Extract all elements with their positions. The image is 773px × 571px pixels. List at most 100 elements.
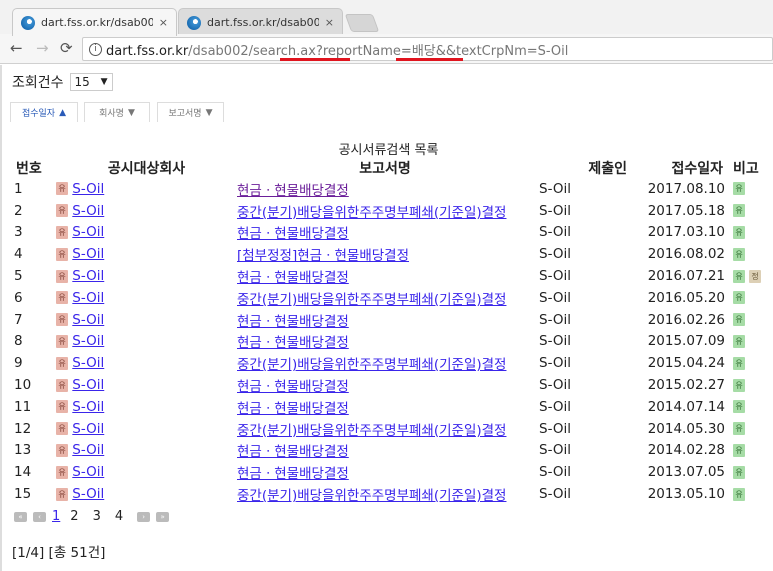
- next-page-icon[interactable]: ›: [137, 511, 151, 522]
- company-link[interactable]: S-Oil: [72, 181, 104, 197]
- receipt-date: 2014.02.28: [647, 442, 725, 459]
- company-link[interactable]: S-Oil: [72, 203, 104, 219]
- company-link[interactable]: S-Oil: [72, 224, 104, 240]
- company-link[interactable]: S-Oil: [72, 377, 104, 393]
- reload-icon[interactable]: ⟳: [60, 39, 73, 57]
- securities-badge: 유: [733, 182, 745, 196]
- securities-badge: 유: [733, 465, 745, 479]
- back-arrow-icon[interactable]: ←: [10, 39, 23, 57]
- report-link[interactable]: 중간(분기)배당을위한주주명부폐쇄(기준일)결정: [237, 357, 506, 373]
- table-header: 번호 공시대상회사 보고서명 제출인 접수일자 비고: [10, 157, 773, 178]
- market-badge: 유: [56, 204, 68, 218]
- receipt-date: 2013.07.05: [647, 464, 725, 481]
- company-link[interactable]: S-Oil: [72, 333, 104, 349]
- report-link[interactable]: 중간(분기)배당을위한주주명부폐쇄(기준일)결정: [237, 488, 506, 504]
- table-row: 14 유 S-Oil 현금ㆍ현물배당결정 S-Oil 2013.07.05 유: [10, 461, 773, 483]
- company-link[interactable]: S-Oil: [72, 312, 104, 328]
- row-number: 7: [14, 311, 23, 328]
- new-tab-button[interactable]: [344, 14, 380, 32]
- rows-select[interactable]: 15 ▼: [69, 73, 113, 91]
- receipt-date: 2016.08.02: [647, 246, 725, 263]
- company-link[interactable]: S-Oil: [72, 464, 104, 480]
- company-link[interactable]: S-Oil: [72, 399, 104, 415]
- company-link[interactable]: S-Oil: [72, 246, 104, 262]
- company-link[interactable]: S-Oil: [72, 421, 104, 437]
- header-no: 번호: [16, 160, 42, 177]
- report-link[interactable]: 현금ㆍ현물배당결정: [237, 335, 349, 351]
- report-link[interactable]: 현금ㆍ현물배당결정: [237, 270, 349, 286]
- market-badge: 유: [56, 225, 68, 239]
- row-number: 10: [14, 377, 32, 394]
- close-tab-icon[interactable]: ×: [159, 16, 168, 29]
- report-link[interactable]: 현금ㆍ현물배당결정: [237, 183, 349, 199]
- close-tab-icon[interactable]: ×: [325, 16, 334, 29]
- report-link[interactable]: [첨부정정]현금ㆍ현물배당결정: [237, 248, 409, 264]
- company-link[interactable]: S-Oil: [72, 268, 104, 284]
- submitter: S-Oil: [539, 289, 571, 306]
- report-link[interactable]: 중간(분기)배당을위한주주명부폐쇄(기준일)결정: [237, 292, 506, 308]
- page-content: 조회건수 15 ▼ 접수일자 ▲ 회사명 ▼ 보고서명 ▼ 공시서류검색 목록 번호 공…: [0, 65, 773, 571]
- sort-date-button[interactable]: 접수일자 ▲: [10, 102, 78, 122]
- report-link[interactable]: 중간(분기)배당을위한주주명부폐쇄(기준일)결정: [237, 423, 506, 439]
- table-row: 8 유 S-Oil 현금ㆍ현물배당결정 S-Oil 2015.07.09 유: [10, 331, 773, 353]
- page-2-link[interactable]: 2: [70, 509, 78, 524]
- table-row: 3 유 S-Oil 현금ㆍ현물배당결정 S-Oil 2017.03.10 유: [10, 222, 773, 244]
- market-badge: 유: [56, 422, 68, 436]
- first-page-icon[interactable]: «: [14, 511, 27, 522]
- receipt-date: 2015.07.09: [647, 333, 725, 350]
- table-row: 9 유 S-Oil 중간(분기)배당을위한주주명부폐쇄(기준일)결정 S-Oil…: [10, 352, 773, 374]
- company-link[interactable]: S-Oil: [72, 355, 104, 371]
- sort-down-icon: ▼: [127, 107, 135, 118]
- page-1-link[interactable]: 1: [52, 509, 60, 524]
- info-icon[interactable]: i: [89, 42, 102, 56]
- market-badge: 유: [56, 378, 68, 392]
- sort-label: 접수일자: [21, 109, 56, 119]
- table-row: 15 유 S-Oil 중간(분기)배당을위한주주명부폐쇄(기준일)결정 S-Oi…: [10, 483, 773, 505]
- row-number: 14: [14, 464, 32, 481]
- report-link[interactable]: 현금ㆍ현물배당결정: [237, 444, 349, 460]
- results-table: 번호 공시대상회사 보고서명 제출인 접수일자 비고 1 유 S-Oil 현금ㆍ…: [10, 157, 773, 505]
- forward-arrow-icon[interactable]: →: [36, 39, 49, 57]
- prev-page-icon[interactable]: ‹: [33, 511, 46, 522]
- page-4-link[interactable]: 4: [115, 509, 123, 524]
- sort-company-button[interactable]: 회사명 ▼: [84, 102, 150, 122]
- report-link[interactable]: 현금ㆍ현물배당결정: [237, 466, 349, 482]
- tab-active[interactable]: dart.fss.or.kr/dsab002/se ×: [12, 8, 177, 36]
- sort-report-button[interactable]: 보고서명 ▼: [157, 102, 224, 122]
- report-link[interactable]: 현금ㆍ현물배당결정: [237, 314, 349, 330]
- page-3-link[interactable]: 3: [93, 509, 101, 524]
- receipt-date: 2014.07.14: [647, 398, 725, 415]
- submitter: S-Oil: [539, 398, 571, 415]
- report-link[interactable]: 현금ㆍ현물배당결정: [237, 379, 349, 395]
- last-page-icon[interactable]: »: [156, 511, 170, 522]
- row-number: 13: [14, 442, 32, 459]
- company-link[interactable]: S-Oil: [72, 442, 104, 458]
- sort-label: 회사명: [99, 109, 124, 119]
- market-badge: 유: [56, 465, 68, 479]
- row-number: 2: [14, 202, 23, 219]
- dropdown-arrow-icon: ▼: [100, 77, 108, 87]
- pagination: « ‹ 1 2 3 4 › »: [14, 509, 170, 524]
- report-link[interactable]: 현금ㆍ현물배당결정: [237, 226, 349, 242]
- company-link[interactable]: S-Oil: [72, 486, 104, 502]
- market-badge: 유: [56, 313, 68, 327]
- securities-badge: 유: [733, 247, 745, 261]
- market-badge: 유: [56, 356, 68, 370]
- market-badge: 유: [56, 291, 68, 305]
- table-row: 12 유 S-Oil 중간(분기)배당을위한주주명부폐쇄(기준일)결정 S-Oi…: [10, 418, 773, 440]
- company-link[interactable]: S-Oil: [72, 290, 104, 306]
- url-host: dart.fss.or.kr: [106, 43, 189, 59]
- report-link[interactable]: 현금ㆍ현물배당결정: [237, 401, 349, 417]
- table-row: 10 유 S-Oil 현금ㆍ현물배당결정 S-Oil 2015.02.27 유: [10, 374, 773, 396]
- header-report: 보고서명: [359, 160, 411, 177]
- report-link[interactable]: 중간(분기)배당을위한주주명부폐쇄(기준일)결정: [237, 205, 506, 221]
- submitter: S-Oil: [539, 311, 571, 328]
- submitter: S-Oil: [539, 420, 571, 437]
- result-summary: [1/4] [총 51건]: [12, 545, 106, 561]
- table-row: 4 유 S-Oil [첨부정정]현금ㆍ현물배당결정 S-Oil 2016.08.…: [10, 243, 773, 265]
- securities-badge: 유: [733, 443, 745, 457]
- row-number: 3: [14, 224, 23, 241]
- securities-badge: 유: [733, 334, 745, 348]
- highlight-underline: [280, 58, 350, 61]
- tab-inactive[interactable]: dart.fss.or.kr/dsab002/se ×: [178, 8, 343, 36]
